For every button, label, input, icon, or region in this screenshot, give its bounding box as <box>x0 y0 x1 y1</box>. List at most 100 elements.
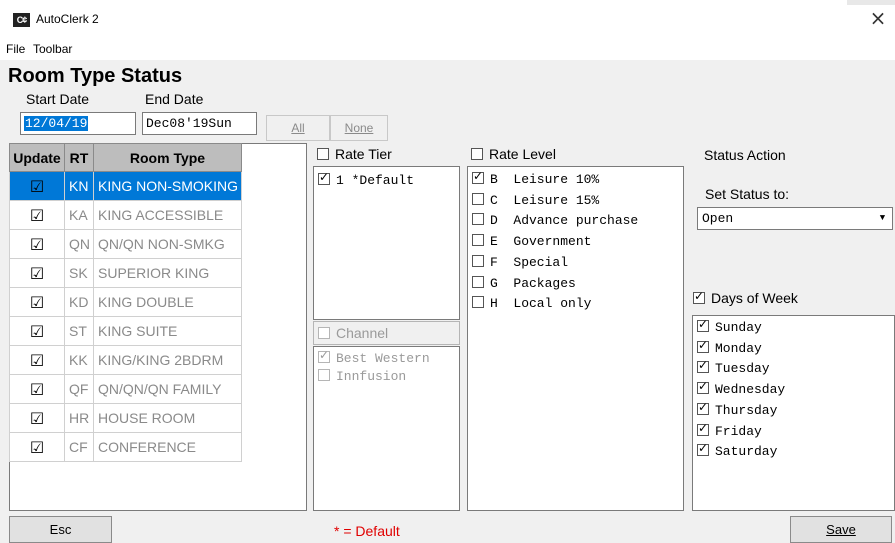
rate-level-item[interactable]: B Leisure 10% <box>472 169 599 187</box>
day-item-checkbox[interactable] <box>697 358 709 374</box>
table-row[interactable]: ☑ QN QN/QN NON-SMKG <box>9 229 242 259</box>
update-checkbox[interactable]: ☑ <box>9 171 65 201</box>
table-row[interactable]: ☑ KK KING/KING 2BDRM <box>9 345 242 375</box>
room-type-name: KING SUITE <box>93 316 242 346</box>
rate-tier-item-checkbox[interactable] <box>318 170 330 185</box>
end-date-label: End Date <box>145 91 204 107</box>
rate-level-item-checkbox[interactable] <box>472 296 484 309</box>
set-status-label: Set Status to: <box>705 186 790 202</box>
table-row[interactable]: ☑ QF QN/QN/QN FAMILY <box>9 374 242 404</box>
rate-tier-item[interactable]: 1 *Default <box>318 170 414 188</box>
status-select-value: Open <box>702 211 734 226</box>
rate-level-item-checkbox[interactable] <box>472 234 484 247</box>
rate-level-item[interactable]: F Special <box>472 254 569 270</box>
rate-tier-header[interactable]: Rate Tier <box>313 142 460 166</box>
esc-button[interactable]: Esc <box>9 516 112 543</box>
title-bar-corner <box>847 0 895 5</box>
day-item-checkbox[interactable] <box>697 400 709 415</box>
day-item-label: Saturday <box>715 444 778 460</box>
rate-level-checkbox[interactable] <box>471 148 483 160</box>
end-date-input[interactable]: Dec08'19Sun <box>142 112 257 135</box>
rate-level-item-checkbox[interactable] <box>472 169 484 184</box>
rate-level-item-label: F Special <box>490 254 569 270</box>
update-checkbox[interactable]: ☑ <box>9 345 65 375</box>
all-button[interactable]: All <box>266 115 330 141</box>
room-type-name: SUPERIOR KING <box>93 258 242 288</box>
header-rt[interactable]: RT <box>64 143 94 172</box>
days-of-week-list: Sunday Monday Tuesday Wednesday Thursday Frid… <box>692 315 895 511</box>
menu-file[interactable]: File <box>6 42 25 56</box>
rate-level-item[interactable]: H Local only <box>472 296 591 311</box>
room-type-table: Update RT Room Type ☑ KN KING NON-SMOKING ☑… <box>9 143 242 462</box>
day-item-checkbox[interactable] <box>697 421 709 436</box>
day-item[interactable]: Sunday <box>697 317 762 335</box>
update-checkbox[interactable]: ☑ <box>9 374 65 404</box>
update-checkbox[interactable]: ☑ <box>9 403 65 433</box>
status-select[interactable]: Open ▼ <box>697 207 893 230</box>
channel-item-label: Best Western <box>336 351 430 366</box>
room-code: KK <box>64 345 94 375</box>
table-row[interactable]: ☑ HR HOUSE ROOM <box>9 403 242 433</box>
page-title: Room Type Status <box>8 65 183 87</box>
rate-level-item[interactable]: E Government <box>472 234 591 249</box>
rate-level-item[interactable]: C Leisure 15% <box>472 192 600 208</box>
days-of-week-checkbox[interactable] <box>693 289 705 304</box>
rate-level-header[interactable]: Rate Level <box>467 142 684 166</box>
day-item[interactable]: Monday <box>697 338 762 356</box>
table-row[interactable]: ☑ KN KING NON-SMOKING <box>9 171 242 201</box>
window-title: AutoClerk 2 <box>36 12 99 26</box>
rate-tier-checkbox[interactable] <box>317 148 329 160</box>
update-checkbox[interactable]: ☑ <box>9 229 65 259</box>
close-icon[interactable]: × <box>867 8 889 30</box>
rate-level-item[interactable]: G Packages <box>472 275 576 291</box>
room-type-name: CONFERENCE <box>93 432 242 462</box>
start-date-value: 12/04/19 <box>24 116 89 131</box>
default-legend: * = Default <box>334 523 400 539</box>
start-date-input[interactable]: 12/04/19 <box>20 112 136 135</box>
day-item-checkbox[interactable] <box>697 317 709 332</box>
room-type-name: KING ACCESSIBLE <box>93 200 242 230</box>
day-item-checkbox[interactable] <box>697 338 709 353</box>
table-row[interactable]: ☑ KA KING ACCESSIBLE <box>9 200 242 230</box>
update-checkbox[interactable]: ☑ <box>9 287 65 317</box>
start-date-label: Start Date <box>26 91 90 107</box>
none-button[interactable]: None <box>330 115 388 141</box>
days-of-week-header[interactable]: Days of Week <box>693 289 798 306</box>
day-item[interactable]: Tuesday <box>697 358 770 376</box>
save-button[interactable]: Save <box>790 516 892 543</box>
update-checkbox[interactable]: ☑ <box>9 316 65 346</box>
rate-level-item-checkbox[interactable] <box>472 254 484 267</box>
day-item[interactable]: Wednesday <box>697 379 785 397</box>
channel-item: Best Western <box>318 348 430 366</box>
day-item[interactable]: Thursday <box>697 400 777 418</box>
table-row[interactable]: ☑ ST KING SUITE <box>9 316 242 346</box>
menu-toolbar[interactable]: Toolbar <box>33 42 72 56</box>
rate-level-item-label: C Leisure 15% <box>490 192 600 208</box>
update-checkbox[interactable]: ☑ <box>9 258 65 288</box>
header-room-type[interactable]: Room Type <box>93 143 242 172</box>
day-item[interactable]: Friday <box>697 421 762 439</box>
rate-level-item-checkbox[interactable] <box>472 213 484 226</box>
day-item-checkbox[interactable] <box>697 441 709 457</box>
table-row[interactable]: ☑ CF CONFERENCE <box>9 432 242 462</box>
header-update[interactable]: Update <box>9 143 65 172</box>
table-row[interactable]: ☑ KD KING DOUBLE <box>9 287 242 317</box>
channel-list: Best Western Innfusion <box>313 346 460 511</box>
room-type-name: KING NON-SMOKING <box>93 171 242 201</box>
room-code: KN <box>64 171 94 201</box>
room-type-name: QN/QN/QN FAMILY <box>93 374 242 404</box>
title-bar: C¢ AutoClerk 2 × <box>0 0 895 38</box>
chevron-down-icon[interactable]: ▼ <box>874 209 891 228</box>
room-type-name: KING DOUBLE <box>93 287 242 317</box>
table-row[interactable]: ☑ SK SUPERIOR KING <box>9 258 242 288</box>
channel-header: Channel <box>313 321 460 345</box>
rate-level-item-checkbox[interactable] <box>472 192 484 205</box>
update-checkbox[interactable]: ☑ <box>9 432 65 462</box>
room-type-name: KING/KING 2BDRM <box>93 345 242 375</box>
rate-level-item[interactable]: D Advance purchase <box>472 213 638 228</box>
update-checkbox[interactable]: ☑ <box>9 200 65 230</box>
channel-item-label: Innfusion <box>336 369 407 384</box>
rate-level-item-checkbox[interactable] <box>472 275 484 288</box>
day-item[interactable]: Saturday <box>697 441 778 460</box>
day-item-checkbox[interactable] <box>697 379 709 395</box>
